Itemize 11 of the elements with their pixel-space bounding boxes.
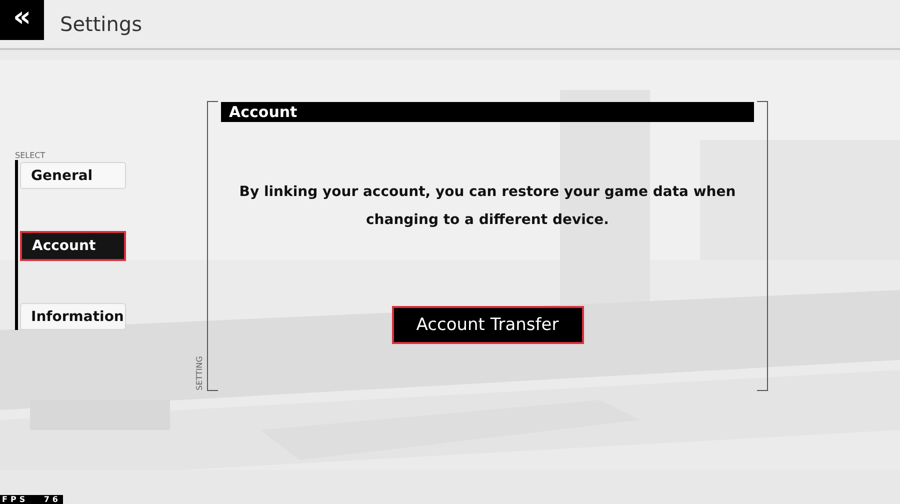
transfer-button[interactable]: Account Transfer — [392, 306, 584, 344]
side-label: SETTING — [195, 356, 204, 390]
menu-tab[interactable]: General — [20, 162, 126, 189]
back-button[interactable]: « — [0, 0, 44, 40]
panel-title: Account — [221, 102, 754, 122]
menu-tab[interactable]: Information — [20, 303, 126, 330]
fps-counter: FPS 76 — [0, 495, 63, 504]
menu-tab[interactable]: Account — [20, 231, 126, 261]
section-label: SELECT — [15, 151, 46, 160]
info-message: By linking your account, you can restore your game data when changing to a different device. — [238, 183, 737, 230]
page-title: Settings — [60, 12, 142, 36]
